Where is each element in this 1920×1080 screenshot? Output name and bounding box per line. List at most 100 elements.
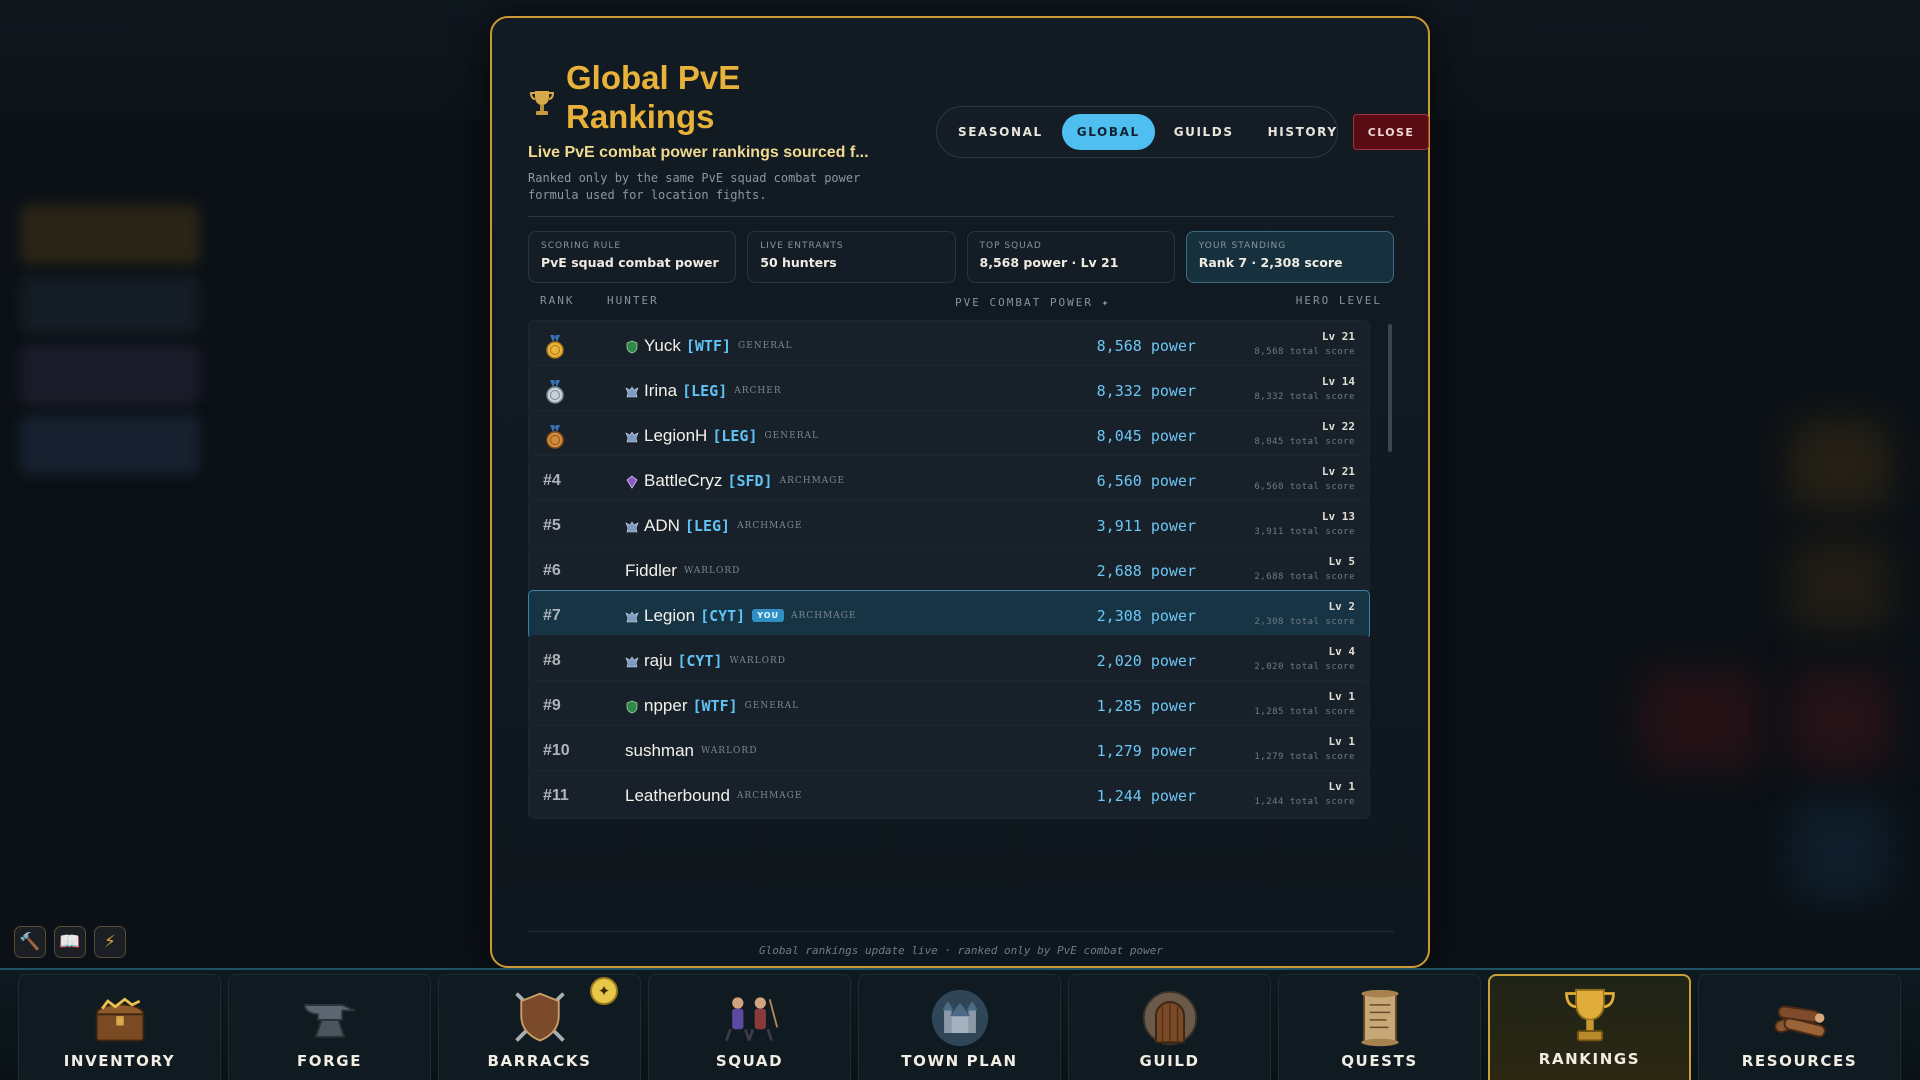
hero-level-cell: Lv 1 1,244 total score (1254, 780, 1355, 807)
hero-level-cell: Lv 21 8,568 total score (1254, 330, 1355, 357)
table-row[interactable]: #6 Fiddler WARLORD 2,688 power Lv 5 2,688 t… (528, 545, 1370, 594)
hunter-cell: sushman WARLORD (625, 726, 757, 775)
scrollbar[interactable] (1388, 324, 1392, 452)
nav-label: RANKINGS (1538, 1050, 1641, 1068)
nav-inventory[interactable]: INVENTORY (18, 974, 221, 1080)
bronze-medal-icon (545, 425, 565, 449)
close-button[interactable]: CLOSE (1353, 114, 1429, 150)
total-score: 8,045 total score (1254, 437, 1355, 447)
table-row-you[interactable]: #7 Legion [CYT] YOU ARCHMAGE 2,308 power Lv 2… (528, 590, 1370, 639)
hero-level: Lv 21 (1321, 330, 1355, 343)
column-header-hunter[interactable]: HUNTER (607, 294, 659, 307)
hunter-name[interactable]: Legion (644, 606, 695, 626)
table-row[interactable]: LegionH [LEG] GENERAL 8,045 power Lv 22 8,0… (528, 410, 1370, 459)
table-row[interactable]: #4 BattleCryz [SFD] ARCHMAGE 6,560 power Lv … (528, 455, 1370, 504)
table-row[interactable]: #9 npper [WTF] GENERAL 1,285 power Lv 1 1,28… (528, 680, 1370, 729)
table-row[interactable]: #5 ADN [LEG] ARCHMAGE 3,911 power Lv 13 3,91… (528, 500, 1370, 549)
hero-level: Lv 1 (1328, 780, 1356, 793)
anvil-icon (295, 986, 365, 1050)
guild-tag[interactable]: [CYT] (677, 652, 722, 670)
purple-gem-icon (625, 474, 639, 489)
table-row[interactable]: #8 raju [CYT] WARLORD 2,020 power Lv 4 2,020… (528, 635, 1370, 684)
stat-value: 8,568 power · Lv 21 (979, 255, 1119, 270)
hunter-name[interactable]: LegionH (644, 426, 707, 446)
bottom-navigation: INVENTORY FORGE BARRACKS ✦ SQUAD TOWN PLA… (0, 968, 1920, 1080)
table-row[interactable]: #10 sushman WARLORD 1,279 power Lv 1 1,279 … (528, 725, 1370, 774)
guild-tag[interactable]: [LEG] (682, 382, 727, 400)
hero-class: GENERAL (738, 340, 793, 351)
total-score: 2,688 total score (1254, 572, 1355, 582)
stat-value: 50 hunters (760, 255, 837, 270)
you-badge: YOU (752, 609, 785, 622)
hero-level-cell: Lv 4 2,020 total score (1254, 645, 1355, 672)
combat-power: 8,568 power (1096, 336, 1196, 355)
guild-tag[interactable]: [WTF] (692, 697, 737, 715)
combat-power: 1,285 power (1096, 696, 1196, 715)
hunter-name[interactable]: Fiddler (625, 561, 677, 581)
hunter-name[interactable]: npper (644, 696, 687, 716)
guild-tag[interactable]: [LEG] (685, 517, 730, 535)
table-row[interactable]: #11 Leatherbound ARCHMAGE 1,244 power Lv 1 … (528, 770, 1370, 819)
lightning-icon[interactable]: ⚡ (94, 926, 126, 958)
nav-label: FORGE (296, 1052, 363, 1070)
guild-tag[interactable]: [SFD] (727, 472, 772, 490)
hammer-icon[interactable]: 🔨 (14, 926, 46, 958)
hunter-cell: Leatherbound ARCHMAGE (625, 771, 802, 820)
rank-number: #4 (543, 471, 561, 489)
hunter-name[interactable]: Leatherbound (625, 786, 730, 806)
book-icon[interactable]: 📖 (54, 926, 86, 958)
silver-medal-icon (545, 380, 565, 404)
nav-town-plan[interactable]: TOWN PLAN (858, 974, 1061, 1080)
heroes-icon (715, 986, 785, 1050)
total-score: 1,244 total score (1254, 797, 1355, 807)
tab-guilds[interactable]: GUILDS (1159, 114, 1249, 150)
nav-label: INVENTORY (63, 1052, 176, 1070)
nav-barracks[interactable]: BARRACKS ✦ (438, 974, 641, 1080)
guild-tag[interactable]: [LEG] (712, 427, 757, 445)
total-score: 3,911 total score (1254, 527, 1355, 537)
gold-medal-icon (545, 335, 565, 359)
column-header-power[interactable]: PVE COMBAT POWER ✦ (955, 296, 1110, 309)
hunter-name[interactable]: Yuck (644, 336, 681, 356)
hero-level: Lv 5 (1328, 555, 1356, 568)
hero-class: ARCHER (734, 385, 782, 396)
hunter-name[interactable]: ADN (644, 516, 680, 536)
hero-level: Lv 1 (1328, 735, 1356, 748)
hunter-name[interactable]: BattleCryz (644, 471, 722, 491)
nav-label: BARRACKS (487, 1052, 592, 1070)
total-score: 8,568 total score (1254, 347, 1355, 357)
table-row[interactable]: Yuck [WTF] GENERAL 8,568 power Lv 21 8,568 … (528, 320, 1370, 369)
stat-live-entrants: LIVE ENTRANTS 50 hunters (747, 231, 956, 283)
quick-actions: 🔨 📖 ⚡ (14, 926, 126, 958)
guild-tag[interactable]: [WTF] (686, 337, 731, 355)
hero-class: GENERAL (744, 700, 800, 711)
shield-swords-icon (505, 986, 575, 1050)
guild-tag[interactable]: [CYT] (700, 607, 745, 625)
header-divider (528, 216, 1394, 217)
nav-label: SQUAD (715, 1052, 784, 1070)
hunter-cell: npper [WTF] GENERAL (625, 681, 799, 730)
nav-label: TOWN PLAN (901, 1052, 1018, 1070)
nav-squad[interactable]: SQUAD (648, 974, 851, 1080)
tab-global[interactable]: GLOBAL (1061, 114, 1155, 150)
hunter-name[interactable]: raju (644, 651, 672, 671)
column-header-level[interactable]: HERO LEVEL (1296, 294, 1382, 307)
hunter-cell: Irina [LEG] ARCHER (625, 366, 782, 415)
rank-number: #8 (543, 651, 561, 669)
nav-guild[interactable]: GUILD (1068, 974, 1271, 1080)
trophy-icon (529, 91, 555, 115)
nav-resources[interactable]: RESOURCES (1698, 974, 1901, 1080)
hero-level-cell: Lv 1 1,285 total score (1254, 690, 1355, 717)
hunter-name[interactable]: Irina (644, 381, 677, 401)
tab-history[interactable]: HISTORY (1253, 114, 1353, 150)
hunter-cell: Legion [CYT] YOU ARCHMAGE (625, 591, 857, 640)
nav-forge[interactable]: FORGE (228, 974, 431, 1080)
hunter-name[interactable]: sushman (625, 741, 694, 761)
table-row[interactable]: Irina [LEG] ARCHER 8,332 power Lv 14 8,332 … (528, 365, 1370, 414)
hero-level: Lv 2 (1328, 600, 1356, 613)
tab-seasonal[interactable]: SEASONAL (943, 114, 1058, 150)
logs-icon (1765, 986, 1835, 1050)
nav-quests[interactable]: QUESTS (1278, 974, 1481, 1080)
nav-rankings[interactable]: RANKINGS (1488, 974, 1691, 1080)
trophy-icon (1555, 984, 1625, 1048)
